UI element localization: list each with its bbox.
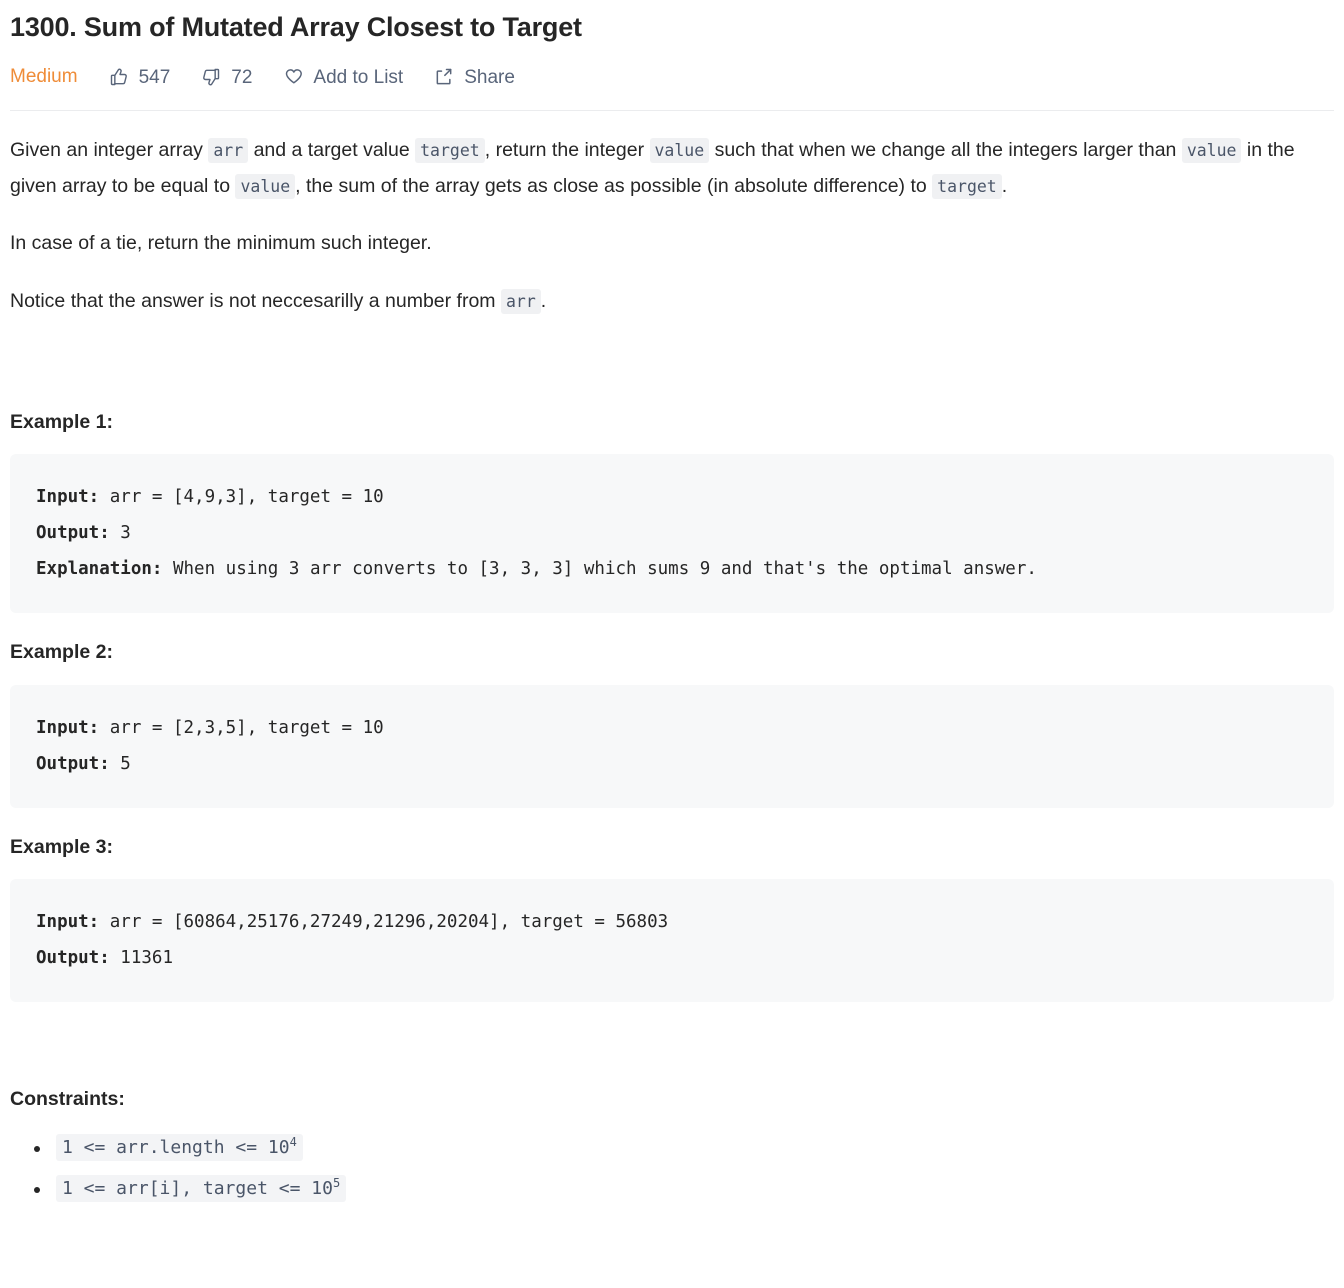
- example-explanation-line: Explanation: When using 3 arr converts t…: [36, 551, 1308, 587]
- desc-text: Notice that the answer is not neccesaril…: [10, 289, 501, 312]
- desc-text: , return the integer: [484, 139, 650, 162]
- inline-code-value: value: [649, 138, 710, 164]
- like-button[interactable]: 547: [108, 66, 171, 88]
- example-input-line: Input: arr = [2,3,5], target = 10: [36, 710, 1308, 746]
- example-output-line: Output: 5: [36, 746, 1308, 782]
- example-2-code: Input: arr = [2,3,5], target = 10 Output:…: [10, 684, 1334, 808]
- example-3-heading: Example 3:: [10, 835, 113, 858]
- constraint-exponent: 4: [289, 1135, 297, 1150]
- desc-text: and a target value: [248, 139, 416, 162]
- desc-text: .: [1001, 174, 1008, 197]
- heart-icon: [282, 66, 304, 88]
- description-paragraph-3: Notice that the answer is not neccesaril…: [10, 284, 1334, 320]
- example-2-heading: Example 2:: [10, 641, 113, 664]
- inline-code-value: value: [1181, 138, 1242, 164]
- page-title: 1300. Sum of Mutated Array Closest to Ta…: [10, 12, 582, 42]
- share-button[interactable]: Share: [433, 66, 515, 88]
- list-item: 1 <= arr.length <= 104: [34, 1131, 1334, 1166]
- constraints-spacer: [10, 1028, 1334, 1086]
- output-value: 5: [109, 753, 131, 774]
- explanation-label: Explanation:: [36, 559, 163, 580]
- list-item: 1 <= arr[i], target <= 105: [34, 1172, 1334, 1207]
- dislike-button[interactable]: 72: [200, 66, 252, 88]
- description-paragraph-2: In case of a tie, return the minimum suc…: [10, 232, 432, 255]
- output-label: Output:: [36, 947, 110, 968]
- input-label: Input:: [36, 487, 100, 508]
- share-icon: [433, 66, 455, 88]
- inline-code-target: target: [415, 138, 485, 164]
- example-3-code: Input: arr = [60864,25176,27249,21296,20…: [10, 878, 1334, 1002]
- problem-page: 1300. Sum of Mutated Array Closest to Ta…: [0, 10, 1344, 1207]
- output-label: Output:: [36, 753, 110, 774]
- constraint-code: 1 <= arr.length <= 104: [56, 1134, 303, 1162]
- description-paragraph-1: Given an integer array arr and a target …: [10, 133, 1334, 204]
- inline-code-value: value: [235, 173, 296, 199]
- like-count: 547: [138, 66, 171, 88]
- constraint-text: 1 <= arr[i], target <= 10: [62, 1178, 333, 1200]
- add-to-list-button[interactable]: Add to List: [282, 66, 403, 88]
- example-1-heading: Example 1:: [10, 411, 113, 434]
- example-input-line: Input: arr = [4,9,3], target = 10: [36, 479, 1308, 515]
- output-value: 3: [109, 523, 131, 544]
- problem-content: Given an integer array arr and a target …: [10, 111, 1334, 1207]
- constraints-heading: Constraints:: [10, 1087, 125, 1110]
- constraint-code: 1 <= arr[i], target <= 105: [56, 1175, 347, 1203]
- output-label: Output:: [36, 523, 110, 544]
- example-1-code: Input: arr = [4,9,3], target = 10 Output:…: [10, 454, 1334, 614]
- example-output-line: Output: 11361: [36, 940, 1308, 976]
- inline-code-arr: arr: [208, 138, 249, 164]
- desc-text: .: [540, 289, 547, 312]
- example-input-line: Input: arr = [60864,25176,27249,21296,20…: [36, 904, 1308, 940]
- difficulty-badge: Medium: [10, 66, 78, 88]
- example-output-line: Output: 3: [36, 515, 1308, 551]
- constraints-list: 1 <= arr.length <= 104 1 <= arr[i], targ…: [10, 1131, 1334, 1207]
- constraint-text: 1 <= arr.length <= 10: [62, 1137, 290, 1159]
- problem-action-bar: Medium 547 72 Add to List Share: [10, 62, 1334, 92]
- dislike-count: 72: [231, 66, 253, 88]
- input-label: Input:: [36, 717, 100, 738]
- desc-text: such that when we change all the integer…: [709, 139, 1182, 162]
- explanation-value: When using 3 arr converts to [3, 3, 3] w…: [162, 559, 1037, 580]
- inline-code-target: target: [932, 173, 1002, 199]
- input-label: Input:: [36, 911, 100, 932]
- desc-text: Given an integer array: [10, 139, 209, 162]
- input-value: arr = [4,9,3], target = 10: [99, 487, 384, 508]
- input-value: arr = [60864,25176,27249,21296,20204], t…: [99, 911, 669, 932]
- thumbs-up-icon: [108, 66, 130, 88]
- add-to-list-label: Add to List: [313, 66, 404, 88]
- output-value: 11361: [109, 947, 173, 968]
- inline-code-arr: arr: [500, 288, 541, 314]
- constraint-exponent: 5: [332, 1176, 341, 1191]
- desc-text: , the sum of the array gets as close as …: [295, 174, 933, 197]
- input-value: arr = [2,3,5], target = 10: [99, 717, 384, 738]
- thumbs-down-icon: [200, 66, 222, 88]
- share-label: Share: [464, 66, 515, 88]
